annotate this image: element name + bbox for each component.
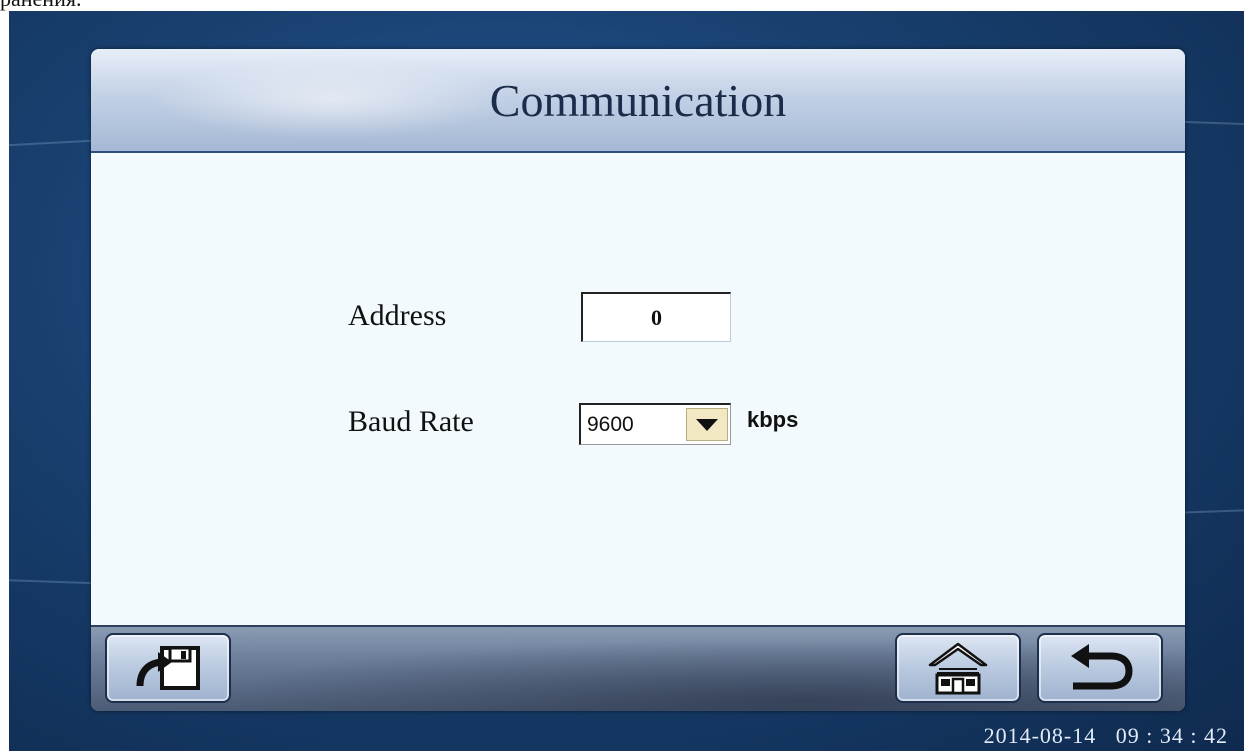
baud-rate-unit: kbps bbox=[747, 407, 799, 432]
bottom-toolbar bbox=[91, 625, 1185, 711]
status-date: 2014-08-14 bbox=[983, 723, 1097, 748]
hmi-screen: Communication Address 0 Baud Rate 9600 k… bbox=[9, 11, 1244, 751]
status-time: 09 : 34 : 42 bbox=[1115, 723, 1228, 748]
save-icon bbox=[136, 646, 200, 690]
settings-form: Address 0 Baud Rate 9600 kbps bbox=[91, 153, 1185, 625]
triangle-down-icon bbox=[696, 418, 718, 431]
title-bar: Communication bbox=[91, 49, 1185, 153]
baud-rate-value: 9600 bbox=[587, 413, 634, 436]
back-button[interactable] bbox=[1037, 633, 1163, 703]
address-label: Address bbox=[348, 299, 447, 332]
baud-rate-select[interactable]: 9600 bbox=[579, 403, 731, 445]
home-button[interactable] bbox=[895, 633, 1021, 703]
back-arrow-icon bbox=[1071, 644, 1133, 690]
communication-panel: Communication Address 0 Baud Rate 9600 k… bbox=[91, 49, 1185, 711]
dropdown-arrow-button[interactable] bbox=[686, 408, 728, 441]
save-button[interactable] bbox=[105, 633, 231, 703]
page-title: Communication bbox=[489, 74, 787, 126]
status-datetime: 2014-08-14 09 : 34 : 42 bbox=[984, 723, 1228, 749]
home-icon bbox=[928, 642, 988, 695]
baud-rate-label: Baud Rate bbox=[348, 405, 474, 438]
address-input[interactable]: 0 bbox=[581, 292, 731, 342]
